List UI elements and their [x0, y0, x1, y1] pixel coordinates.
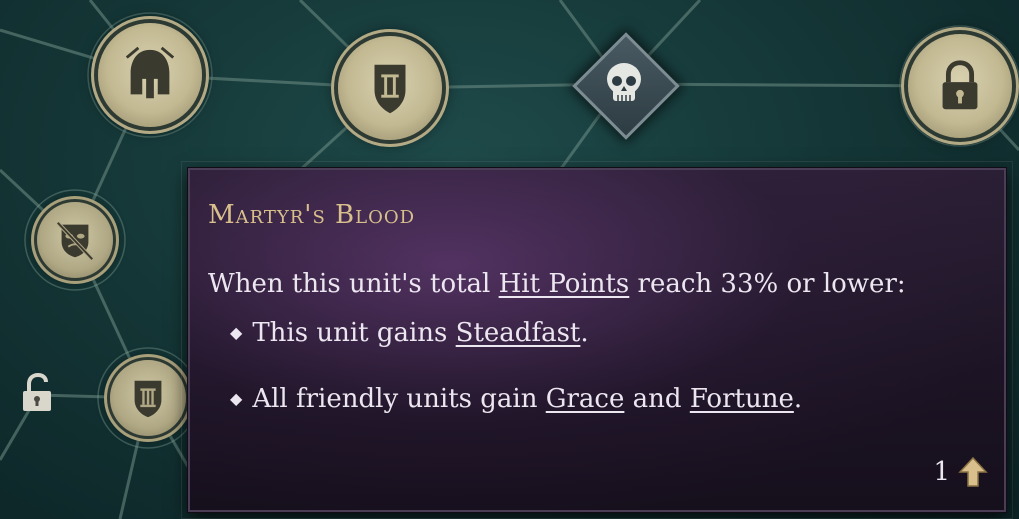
perk-node-shield-ii[interactable]	[338, 36, 442, 140]
effect-line-1: ◆ This unit gains Steadfast.	[230, 318, 589, 348]
crossed-out-mask-icon	[56, 221, 94, 261]
effect-2-period: .	[793, 384, 803, 414]
perk-node-helmet[interactable]	[98, 23, 202, 127]
effect-line-2: ◆ All friendly units gain Grace and Fortu…	[230, 384, 802, 414]
effect-2-text: All friendly units gain	[252, 384, 546, 414]
tooltip-title: Martyr's Blood	[208, 200, 416, 230]
padlock-icon	[942, 60, 978, 110]
perk-node-locked[interactable]	[908, 34, 1012, 138]
effect-2-conjunction: and	[624, 384, 690, 414]
shield-tier-ii-icon	[374, 64, 406, 114]
upgrade-arrow-icon	[958, 456, 988, 487]
bullet-diamond-icon: ◆	[230, 323, 243, 342]
keyword-grace[interactable]: Grace	[546, 384, 625, 414]
tooltip-intro: When this unit's total Hit Points reach …	[208, 268, 994, 308]
keyword-steadfast[interactable]: Steadfast	[456, 318, 581, 348]
skull-icon	[607, 63, 641, 101]
intro-text-after: reach 33% or lower:	[629, 269, 906, 299]
keyword-hit-points[interactable]: Hit Points	[499, 269, 630, 299]
keyword-fortune[interactable]: Fortune	[690, 384, 794, 414]
effect-1-text: This unit gains	[252, 318, 456, 348]
perk-node-mask[interactable]	[37, 202, 113, 278]
perk-node-shield-iii[interactable]	[110, 360, 186, 436]
perk-cost: 1	[933, 456, 988, 488]
spartan-helmet-icon	[125, 46, 175, 99]
effect-1-period: .	[580, 318, 589, 348]
shield-tier-iii-icon	[134, 380, 162, 418]
bullet-diamond-icon: ◆	[230, 389, 243, 408]
intro-text-before: When this unit's total	[208, 269, 499, 299]
unlocked-padlock-icon[interactable]	[20, 373, 54, 413]
cost-value: 1	[933, 457, 950, 487]
perk-tooltip: Martyr's Blood When this unit's total Hi…	[181, 161, 1013, 519]
